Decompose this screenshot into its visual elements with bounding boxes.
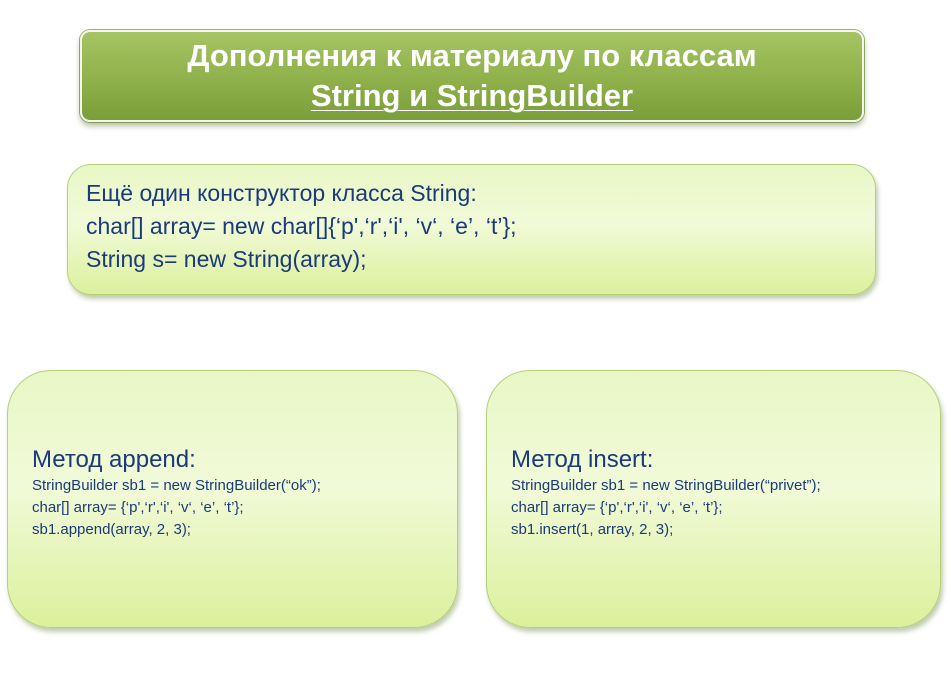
append-code-line: StringBuilder sb1 = new StringBuilder(“o… bbox=[32, 477, 321, 494]
insert-method-heading: Метод insert: bbox=[511, 446, 654, 473]
append-code-line: char[] array= {‘p',‘r',‘i', ‘v‘, ‘e’, ‘t… bbox=[32, 499, 244, 516]
constructor-heading: Ещё один конструктор класса String: bbox=[86, 180, 477, 206]
append-code-line: sb1.append(array, 2, 3); bbox=[32, 521, 191, 538]
constructor-code-line: String s= new String(array); bbox=[86, 246, 367, 272]
insert-code-line: StringBuilder sb1 = new StringBuilder(“p… bbox=[511, 477, 821, 494]
insert-method-box: Метод insert: StringBuilder sb1 = new St… bbox=[486, 370, 941, 628]
slide-title-banner: Дополнения к материалу по классам String… bbox=[80, 30, 864, 122]
slide-title-line-2: String и StringBuilder bbox=[310, 78, 634, 113]
constructor-code-line: char[] array= new char[]{‘p',‘r',‘i', ‘v… bbox=[86, 213, 517, 239]
insert-code-line: char[] array= {‘p',‘r',‘i', ‘v‘, ‘e’, ‘t… bbox=[511, 499, 723, 516]
constructor-box: Ещё один конструктор класса String: char… bbox=[67, 164, 876, 295]
append-method-heading: Метод append: bbox=[32, 446, 196, 473]
append-method-box: Метод append: StringBuilder sb1 = new St… bbox=[7, 370, 458, 628]
slide-title-line-1: Дополнения к материалу по классам bbox=[187, 38, 757, 73]
insert-code-line: sb1.insert(1, array, 2, 3); bbox=[511, 521, 674, 538]
